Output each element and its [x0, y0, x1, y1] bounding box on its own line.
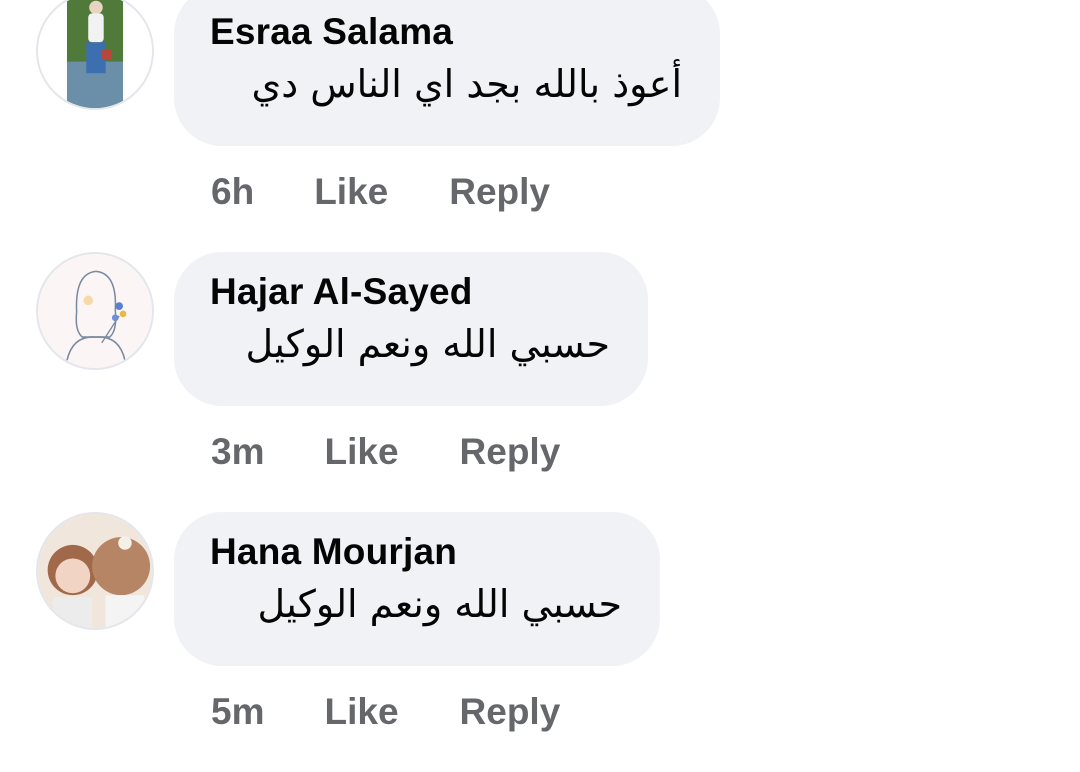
- comment-bubble: Hajar Al-Sayed حسبي الله ونعم الوكيل: [174, 252, 648, 406]
- comment-bubble: Esraa Salama أعوذ بالله بجد اي الناس دي: [174, 0, 720, 146]
- comment-item: Hana Mourjan حسبي الله ونعم الوكيل 5m Li…: [0, 512, 1080, 772]
- comment-actions: 6h Like Reply: [211, 164, 550, 220]
- comment-timestamp[interactable]: 5m: [211, 691, 264, 733]
- avatar[interactable]: [36, 512, 154, 630]
- comment-timestamp[interactable]: 3m: [211, 431, 264, 473]
- like-button[interactable]: Like: [324, 691, 398, 733]
- comment-author[interactable]: Hana Mourjan: [210, 530, 622, 574]
- like-button[interactable]: Like: [324, 431, 398, 473]
- comment-text: حسبي الله ونعم الوكيل: [245, 322, 610, 366]
- comment-actions: 3m Like Reply: [211, 424, 560, 480]
- comment-text: أعوذ بالله بجد اي الناس دي: [251, 62, 682, 106]
- comment-bubble: Hana Mourjan حسبي الله ونعم الوكيل: [174, 512, 660, 666]
- profile-illustration-icon: [38, 254, 152, 368]
- avatar[interactable]: [36, 252, 154, 370]
- comment-actions: 5m Like Reply: [211, 684, 560, 740]
- comment-item: Hajar Al-Sayed حسبي الله ونعم الوكيل 3m …: [0, 252, 1080, 512]
- reply-button[interactable]: Reply: [449, 171, 550, 213]
- comment-author[interactable]: Esraa Salama: [210, 10, 682, 54]
- reply-button[interactable]: Reply: [460, 431, 561, 473]
- comment-author[interactable]: Hajar Al-Sayed: [210, 270, 610, 314]
- like-button[interactable]: Like: [314, 171, 388, 213]
- comment-text: حسبي الله ونعم الوكيل: [257, 582, 622, 626]
- reply-button[interactable]: Reply: [460, 691, 561, 733]
- avatar[interactable]: [36, 0, 154, 110]
- comment-timestamp[interactable]: 6h: [211, 171, 254, 213]
- comment-item: Esraa Salama أعوذ بالله بجد اي الناس دي …: [0, 0, 1080, 252]
- profile-photo-icon: [38, 0, 152, 108]
- profile-photo-icon: [38, 514, 152, 628]
